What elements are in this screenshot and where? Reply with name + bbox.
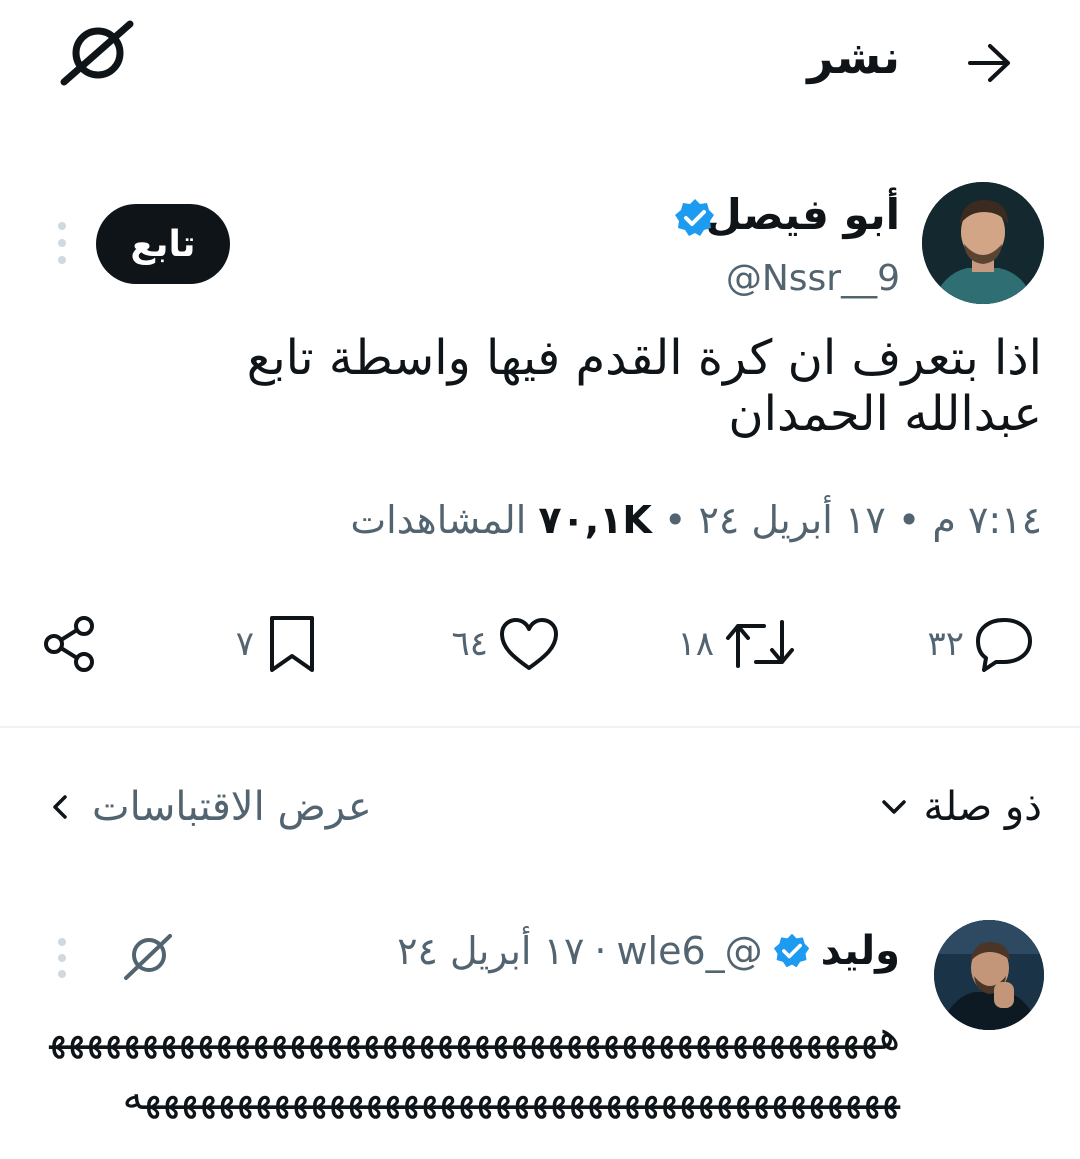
retweet-button[interactable]: ١٨ xyxy=(677,612,796,676)
meta-separator: • xyxy=(663,498,687,542)
grok-icon[interactable] xyxy=(122,930,174,982)
like-icon xyxy=(498,616,560,672)
relevance-sort-button[interactable]: ذو صلة xyxy=(880,784,1043,830)
more-vertical-icon[interactable] xyxy=(52,934,72,982)
chevron-down-icon xyxy=(880,797,908,817)
divider xyxy=(0,726,1080,728)
view-quotes-link[interactable]: عرض الاقتباسات xyxy=(50,784,372,830)
bookmark-count: ٧ xyxy=(235,624,254,664)
author-handle[interactable]: @Nssr__9 xyxy=(726,258,900,299)
share-icon[interactable] xyxy=(40,612,104,676)
views-label: المشاهدات xyxy=(350,498,527,542)
view-quotes-label: عرض الاقتباسات xyxy=(92,784,372,830)
back-arrow-icon[interactable] xyxy=(966,40,1012,86)
reply-text: هههههههههههههههههههههههههههههههههههههههه… xyxy=(49,1013,901,1119)
follow-button[interactable]: تابع xyxy=(96,204,230,284)
reply-header: وليد @_wle6 · ١٧ أبريل ٢٤ xyxy=(397,928,900,974)
chevron-left-icon xyxy=(50,793,70,821)
tweet-meta: ٧:١٤ م • ١٧ أبريل ٢٤ • ٧٠,١K المشاهدات xyxy=(350,498,1042,542)
grok-icon[interactable] xyxy=(60,20,136,86)
verified-icon xyxy=(674,197,716,239)
reply-icon xyxy=(974,616,1034,672)
like-button[interactable]: ٦٤ xyxy=(451,612,560,676)
tweet-date: ١٧ أبريل ٢٤ xyxy=(698,498,886,542)
verified-icon xyxy=(773,932,811,970)
reply-count: ٣٢ xyxy=(927,624,964,664)
bookmark-button[interactable]: ٧ xyxy=(236,612,320,676)
reply-separator: · xyxy=(594,929,607,973)
relevance-label: ذو صلة xyxy=(923,784,1043,830)
reply-date: ١٧ أبريل ٢٤ xyxy=(397,929,585,973)
reply-author-handle[interactable]: @_wle6 xyxy=(616,929,762,973)
more-vertical-icon[interactable] xyxy=(52,218,72,268)
reply-button[interactable]: ٣٢ xyxy=(927,612,1034,676)
tweet-text: اذا بتعرف ان كرة القدم فيها واسطة تابع ع… xyxy=(246,330,1042,442)
page-title: نشر xyxy=(807,30,900,84)
meta-separator: • xyxy=(897,498,921,542)
views-count[interactable]: ٧٠,١K xyxy=(538,498,651,542)
like-count: ٦٤ xyxy=(451,624,488,664)
tweet-time: ٧:١٤ م xyxy=(932,498,1042,542)
bookmark-icon xyxy=(264,614,320,674)
author-avatar[interactable] xyxy=(922,182,1044,304)
reply-author-avatar[interactable] xyxy=(934,920,1044,1030)
reply-author-name[interactable]: وليد xyxy=(821,928,900,974)
author-name[interactable]: أبو فيصل xyxy=(705,190,900,239)
retweet-icon xyxy=(724,616,796,672)
retweet-count: ١٨ xyxy=(677,624,714,664)
